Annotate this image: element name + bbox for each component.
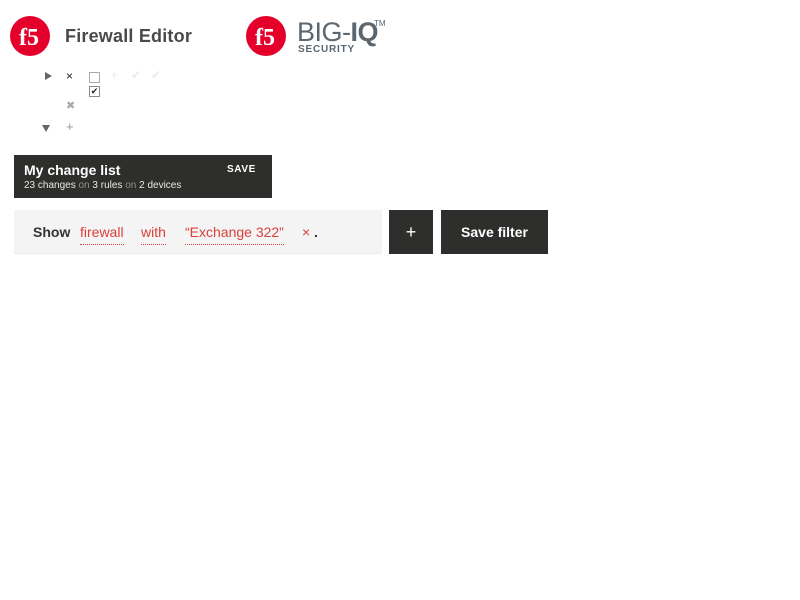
change-list-title: My change list bbox=[24, 162, 121, 178]
checkbox-unchecked[interactable] bbox=[89, 72, 100, 83]
app-title: Firewall Editor bbox=[65, 26, 193, 46]
filter-token-type[interactable]: firewall bbox=[80, 224, 124, 245]
change-list-panel: My change list SAVE 23 changes on 3 rule… bbox=[14, 155, 272, 198]
summary-on-2: on bbox=[125, 180, 137, 191]
summary-on-1: on bbox=[78, 180, 90, 191]
triangle-right-icon[interactable] bbox=[45, 72, 52, 80]
svg-text:f5: f5 bbox=[255, 25, 275, 51]
filter-bar: Show firewall with “Exchange 322” × . bbox=[14, 210, 382, 254]
product-name-light: BIG- bbox=[297, 17, 351, 47]
add-icon[interactable]: + bbox=[66, 120, 74, 133]
add-filter-button[interactable]: + bbox=[389, 210, 433, 254]
show-label: Show bbox=[33, 224, 71, 240]
checkbox-checked[interactable]: ✔ bbox=[89, 86, 100, 97]
rules-count: 3 rules bbox=[92, 180, 123, 191]
filter-token-operator[interactable]: with bbox=[141, 224, 166, 245]
filter-token-value[interactable]: “Exchange 322” bbox=[185, 224, 284, 245]
changes-count: 23 changes bbox=[24, 180, 76, 191]
remove-token-icon[interactable]: × bbox=[302, 224, 310, 240]
product-name: BIG-IQ bbox=[297, 17, 379, 47]
close-icon[interactable]: × bbox=[66, 70, 73, 82]
change-list-summary: 23 changes on 3 rules on 2 devices bbox=[24, 180, 181, 191]
product-subtitle: SECURITY bbox=[298, 44, 355, 55]
f5-logo: f5 bbox=[9, 15, 51, 57]
trademark: TM bbox=[374, 19, 386, 28]
change-list-save-button[interactable]: SAVE bbox=[227, 164, 256, 175]
svg-text:f5: f5 bbox=[19, 25, 39, 51]
filter-period: . bbox=[314, 224, 318, 240]
triangle-down-icon[interactable] bbox=[42, 125, 50, 132]
faded-icons: + ✔ ✔ bbox=[111, 68, 162, 82]
save-filter-button[interactable]: Save filter bbox=[441, 210, 548, 254]
devices-count: 2 devices bbox=[139, 180, 182, 191]
remove-icon[interactable]: ✖ bbox=[66, 100, 75, 112]
bigiq-f5-logo: f5 bbox=[245, 15, 287, 57]
